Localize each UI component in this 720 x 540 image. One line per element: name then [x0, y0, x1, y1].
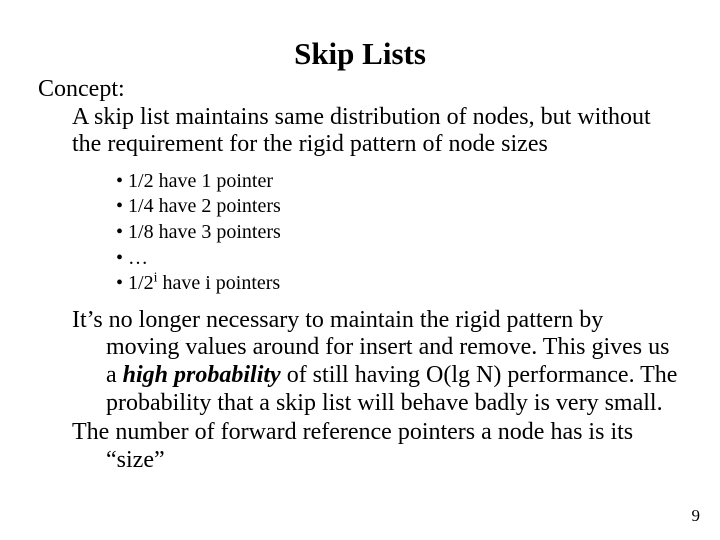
- slide-title: Skip Lists: [38, 36, 682, 72]
- paragraph-2: The number of forward reference pointers…: [72, 419, 682, 474]
- list-item: …: [116, 246, 682, 272]
- paragraph-1: It’s no longer necessary to maintain the…: [72, 307, 682, 417]
- list-item: 1/4 have 2 pointers: [116, 194, 682, 220]
- page-number: 9: [692, 506, 701, 526]
- concept-body: A skip list maintains same distribution …: [72, 104, 682, 159]
- slide: Skip Lists Concept: A skip list maintain…: [0, 0, 720, 540]
- concept-label: Concept:: [38, 76, 682, 104]
- high-probability-emphasis: high probability: [123, 362, 281, 388]
- bullet-prefix: 1/2: [128, 272, 154, 294]
- concept-section: Concept: A skip list maintains same dist…: [38, 76, 682, 159]
- bullet-suffix: have i pointers: [157, 272, 280, 294]
- list-item: 1/8 have 3 pointers: [116, 220, 682, 246]
- bullet-list: 1/2 have 1 pointer 1/4 have 2 pointers 1…: [38, 169, 682, 297]
- list-item: 1/2i have i pointers: [116, 271, 682, 297]
- list-item: 1/2 have 1 pointer: [116, 169, 682, 195]
